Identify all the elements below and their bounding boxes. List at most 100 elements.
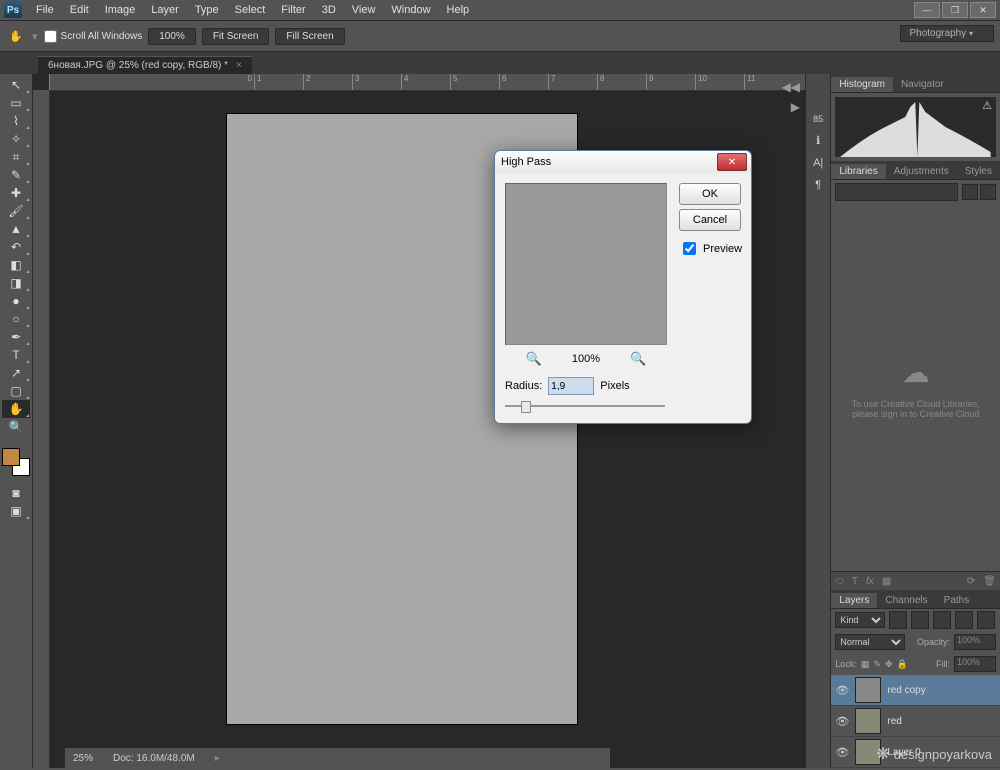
menu-edit[interactable]: Edit — [62, 2, 97, 18]
slider-thumb[interactable] — [521, 401, 531, 413]
hand-tool[interactable]: ✋ — [2, 400, 30, 418]
zoom-100-button[interactable]: 100% — [148, 28, 196, 45]
maximize-button[interactable]: ❐ — [942, 2, 968, 18]
tab-paths[interactable]: Paths — [936, 593, 978, 608]
lock-all-icon[interactable]: 🔒 — [897, 659, 908, 670]
tab-libraries[interactable]: Libraries — [831, 164, 885, 179]
status-arrow-icon[interactable]: ▸ — [215, 753, 220, 764]
fill-screen-button[interactable]: Fill Screen — [275, 28, 344, 45]
tab-adjustments[interactable]: Adjustments — [886, 164, 957, 179]
panel-icon-paragraph[interactable]: ¶ — [815, 179, 821, 191]
document-tab[interactable]: 6новая.JPG @ 25% (red copy, RGB/8) * × — [38, 56, 252, 74]
screenmode-toggle[interactable]: ▣ — [2, 502, 30, 520]
close-tab-icon[interactable]: × — [236, 60, 242, 71]
blend-mode-select[interactable]: Normal — [835, 634, 905, 650]
healing-tool[interactable]: ✚ — [2, 184, 30, 202]
filter-adjust-icon[interactable] — [911, 611, 929, 629]
filter-preview[interactable] — [505, 183, 667, 345]
tab-channels[interactable]: Channels — [877, 593, 935, 608]
cancel-button[interactable]: Cancel — [679, 209, 741, 231]
menu-layer[interactable]: Layer — [143, 2, 187, 18]
dialog-close-button[interactable]: ✕ — [717, 153, 747, 171]
library-select[interactable] — [835, 183, 958, 201]
filter-smart-icon[interactable] — [977, 611, 995, 629]
layer-name[interactable]: red copy — [887, 685, 925, 696]
panel-collapse-icon[interactable]: ◀◀ — [782, 80, 800, 94]
menu-view[interactable]: View — [344, 2, 384, 18]
menu-image[interactable]: Image — [97, 2, 144, 18]
tab-layers[interactable]: Layers — [831, 593, 877, 608]
filter-pixel-icon[interactable] — [889, 611, 907, 629]
crop-tool[interactable]: ⌗ — [2, 148, 30, 166]
radius-slider[interactable] — [505, 399, 665, 413]
path-tool[interactable]: ↗ — [2, 364, 30, 382]
layer-name[interactable]: red — [887, 716, 901, 727]
trash-icon[interactable]: 🗑 — [983, 576, 996, 587]
menu-window[interactable]: Window — [383, 2, 438, 18]
tab-styles[interactable]: Styles — [957, 164, 1000, 179]
menu-3d[interactable]: 3D — [314, 2, 344, 18]
mask-icon[interactable]: ▦ — [882, 576, 891, 587]
preview-checkbox[interactable]: Preview — [679, 239, 741, 258]
wand-tool[interactable]: ✧ — [2, 130, 30, 148]
visibility-icon[interactable]: 👁 — [835, 715, 849, 728]
scroll-all-checkbox[interactable]: Scroll All Windows — [44, 30, 143, 43]
tab-navigator[interactable]: Navigator — [893, 77, 952, 92]
zoom-out-icon[interactable]: 🔍 — [526, 351, 542, 367]
layer-thumb[interactable] — [855, 677, 881, 703]
layer-row[interactable]: 👁 red — [831, 706, 1000, 737]
lock-brush-icon[interactable]: ✎ — [873, 659, 881, 670]
panel-play-icon[interactable]: ▶ — [791, 100, 800, 114]
filter-type-icon[interactable] — [933, 611, 951, 629]
move-tool[interactable]: ↖ — [2, 76, 30, 94]
shape-tool[interactable]: ▢ — [2, 382, 30, 400]
warning-icon[interactable]: ⚠ — [982, 99, 992, 112]
minimize-button[interactable]: — — [914, 2, 940, 18]
blur-tool[interactable]: ● — [2, 292, 30, 310]
lasso-tool[interactable]: ⌇ — [2, 112, 30, 130]
menu-select[interactable]: Select — [227, 2, 274, 18]
zoom-in-icon[interactable]: 🔍 — [630, 351, 646, 367]
stamp-tool[interactable]: ▲ — [2, 220, 30, 238]
opacity-input[interactable]: 100% — [954, 634, 996, 650]
color-swatches[interactable] — [2, 448, 30, 476]
zoom-tool[interactable]: 🔍 — [2, 418, 30, 436]
type-tool[interactable]: T — [2, 346, 30, 364]
menu-type[interactable]: Type — [187, 2, 227, 18]
type-fx-icon[interactable]: T — [852, 576, 858, 587]
workspace-select[interactable]: Photography ▾ — [900, 25, 994, 42]
ok-button[interactable]: OK — [679, 183, 741, 205]
marquee-tool[interactable]: ▭ — [2, 94, 30, 112]
tab-histogram[interactable]: Histogram — [831, 77, 893, 92]
fx-icon[interactable]: fx — [866, 576, 874, 587]
panel-icon-85[interactable]: 85 — [813, 114, 823, 124]
layer-row[interactable]: 👁 red copy — [831, 675, 1000, 706]
gradient-tool[interactable]: ◨ — [2, 274, 30, 292]
link-icon[interactable]: ⬭ — [835, 576, 844, 587]
visibility-icon[interactable]: 👁 — [835, 684, 849, 697]
status-zoom[interactable]: 25% — [73, 753, 93, 764]
menu-filter[interactable]: Filter — [273, 2, 313, 18]
lib-grid-icon[interactable] — [980, 184, 996, 200]
quickmask-toggle[interactable]: ◙ — [2, 484, 30, 502]
dodge-tool[interactable]: ○ — [2, 310, 30, 328]
panel-icon-character[interactable]: A| — [813, 157, 823, 169]
close-window-button[interactable]: ✕ — [970, 2, 996, 18]
panel-icon-info[interactable]: ℹ — [816, 134, 820, 147]
visibility-icon[interactable]: 👁 — [835, 746, 849, 759]
history-brush-tool[interactable]: ↶ — [2, 238, 30, 256]
fit-screen-button[interactable]: Fit Screen — [202, 28, 270, 45]
menu-file[interactable]: File — [28, 2, 62, 18]
layer-kind-select[interactable]: Kind — [835, 612, 885, 628]
foreground-color[interactable] — [2, 448, 20, 466]
lock-pixels-icon[interactable]: ▦ — [861, 659, 870, 670]
brush-tool[interactable]: 🖌 — [2, 202, 30, 220]
menu-help[interactable]: Help — [439, 2, 478, 18]
refresh-icon[interactable]: ⟳ — [967, 576, 975, 587]
eyedropper-tool[interactable]: ✎ — [2, 166, 30, 184]
eraser-tool[interactable]: ◧ — [2, 256, 30, 274]
pen-tool[interactable]: ✒ — [2, 328, 30, 346]
lock-move-icon[interactable]: ✥ — [885, 659, 893, 670]
lib-view-icon[interactable] — [962, 184, 978, 200]
dialog-titlebar[interactable]: High Pass ✕ — [495, 151, 751, 173]
